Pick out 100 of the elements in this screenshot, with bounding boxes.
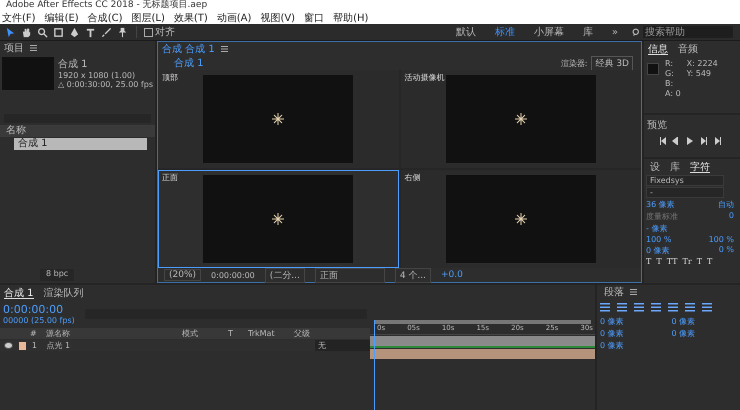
panel-tab[interactable]: 信息 <box>648 42 668 55</box>
menu-item[interactable]: 效果(T) <box>174 10 208 24</box>
viewport-label: 顶部 <box>162 72 178 83</box>
timecode[interactable]: 0:00:00:00 <box>3 302 75 316</box>
hand-tool-button[interactable] <box>20 26 33 38</box>
pin-tool-button[interactable] <box>116 26 129 38</box>
coordinate-value: X: 2224 <box>686 59 718 69</box>
panel-title[interactable]: 段落 <box>604 285 624 299</box>
resolution-dropdown[interactable]: (二分... <box>264 268 305 282</box>
select-tool-button[interactable] <box>4 26 17 38</box>
brush-tool-button[interactable] <box>100 26 113 38</box>
workspace-tab[interactable]: 标准 <box>486 25 523 39</box>
indent-value[interactable]: 0 像素 <box>600 328 666 339</box>
font-style-dropdown[interactable]: - <box>646 187 724 198</box>
panel-tab[interactable]: 音频 <box>678 42 698 55</box>
composition-tab[interactable]: 合成 合成 1 <box>162 42 215 56</box>
column-header: TrkMat <box>248 329 276 338</box>
menu-item[interactable]: 图层(L) <box>131 10 165 24</box>
leading-value[interactable]: 自动 <box>718 199 734 210</box>
snap-checkbox[interactable] <box>144 28 153 36</box>
panel-title[interactable]: 预览 <box>647 118 737 132</box>
exposure-value[interactable]: +0.0 <box>441 270 463 280</box>
menu-icon[interactable] <box>630 289 637 295</box>
menu-item[interactable]: 窗口 <box>304 10 324 24</box>
channel-value: G: <box>665 69 675 79</box>
menu-icon[interactable] <box>30 45 37 51</box>
menu-item[interactable]: 动画(A) <box>216 10 252 24</box>
parent-dropdown[interactable]: 无 <box>315 340 370 351</box>
current-time[interactable]: 0:00:00:00 <box>211 270 255 280</box>
font-size-value[interactable]: 36 像素 <box>646 199 675 210</box>
font-dropdown[interactable]: Fixedsys <box>646 175 724 186</box>
workspace-tab[interactable]: 小屏幕 <box>526 25 572 39</box>
timeline-tab[interactable]: 合成 1 <box>4 286 34 299</box>
workspace-tab[interactable]: 默认 <box>448 25 484 39</box>
viewport-label: 右侧 <box>404 172 420 183</box>
view-dropdown[interactable]: 正面 <box>314 268 385 282</box>
text-style-button[interactable]: T <box>707 257 712 266</box>
rect-tool-button[interactable] <box>52 26 65 38</box>
panel-tab[interactable]: 库 <box>670 160 680 173</box>
light-icon <box>272 213 284 225</box>
menu-item[interactable]: 视图(V) <box>260 10 296 24</box>
color-swatch <box>647 63 659 75</box>
stroke-width-value[interactable]: - 像素 <box>646 223 668 234</box>
channel-value: B: <box>665 79 674 89</box>
indent-value[interactable]: 0 像素 <box>600 340 666 351</box>
viewport[interactable]: 活动摄像机 <box>400 70 641 168</box>
light-icon <box>272 113 284 125</box>
indent-value[interactable]: 0 像素 <box>600 316 666 327</box>
text-style-button[interactable]: Tr <box>682 257 692 266</box>
search-icon <box>632 28 641 36</box>
column-header: 父级 <box>294 328 310 339</box>
visibility-toggle[interactable] <box>4 342 13 349</box>
viewport[interactable]: 右侧 <box>400 170 641 268</box>
indent-value[interactable]: 0 像素 <box>672 328 737 339</box>
viewport-label: 正面 <box>162 172 178 183</box>
viewport[interactable]: 顶部 <box>158 70 398 168</box>
menu-item[interactable]: 合成(C) <box>88 10 122 24</box>
snap-label: 对齐 <box>155 26 175 39</box>
text-style-button[interactable]: T <box>646 257 652 266</box>
layout-dropdown[interactable]: 4 个... <box>394 268 432 282</box>
column-header: # <box>30 329 38 338</box>
column-header: T <box>228 329 234 338</box>
comp-resolution: 1920 x 1080 (1.00) <box>58 71 136 80</box>
coordinate-value: Y: 549 <box>686 69 712 79</box>
baseline-shift-value[interactable]: 0 像素 <box>646 245 670 256</box>
project-item[interactable]: 合成 1 <box>14 138 147 150</box>
playback-controls-icon[interactable] <box>659 137 723 145</box>
panel-tab[interactable]: 字符 <box>690 160 710 173</box>
layer-index: 1 <box>32 341 38 350</box>
viewport[interactable]: 正面 <box>158 170 398 268</box>
timeline-tab[interactable]: 渲染队列 <box>44 286 84 299</box>
pen-tool-button[interactable] <box>68 26 81 38</box>
search-field[interactable]: 搜索帮助 <box>643 26 733 38</box>
zoom-tool-button[interactable] <box>36 26 49 38</box>
vertical-scale-value[interactable]: 100 % <box>646 235 672 244</box>
channel-value: A: 0 <box>665 89 681 99</box>
comp-thumbnail <box>2 57 54 90</box>
text-style-button[interactable]: T <box>696 257 702 266</box>
menu-icon[interactable] <box>220 46 228 52</box>
text-style-button[interactable]: TT <box>666 257 678 266</box>
tracking-value[interactable]: 0 <box>728 211 734 222</box>
horizontal-scale-value[interactable]: 100 % <box>708 235 734 244</box>
column-header: 源名称 <box>46 328 71 339</box>
tsume-value[interactable]: 0 % <box>718 245 734 256</box>
menu-item[interactable]: 帮助(H) <box>333 10 368 24</box>
layer-name: 点光 1 <box>46 340 72 351</box>
more-workspaces-button[interactable]: » <box>604 26 626 38</box>
panel-title[interactable]: 项目 <box>4 41 24 55</box>
menu-item[interactable]: 文件(F) <box>2 10 36 24</box>
bit-depth-button[interactable]: 8 bpc <box>40 269 74 281</box>
light-icon <box>514 213 527 225</box>
panel-tab[interactable]: 设 <box>650 160 660 173</box>
comp-duration: △ 0:00:30:00, 25.00 fps <box>58 80 153 89</box>
zoom-dropdown[interactable]: (20%) <box>164 269 202 281</box>
text-style-button[interactable]: T <box>656 257 662 266</box>
workspace-tab[interactable]: 库 <box>574 25 601 39</box>
indent-value[interactable]: 0 像素 <box>672 316 737 327</box>
menu-item[interactable]: 编辑(E) <box>44 10 79 24</box>
light-icon <box>514 113 527 125</box>
label-color[interactable] <box>18 342 26 350</box>
